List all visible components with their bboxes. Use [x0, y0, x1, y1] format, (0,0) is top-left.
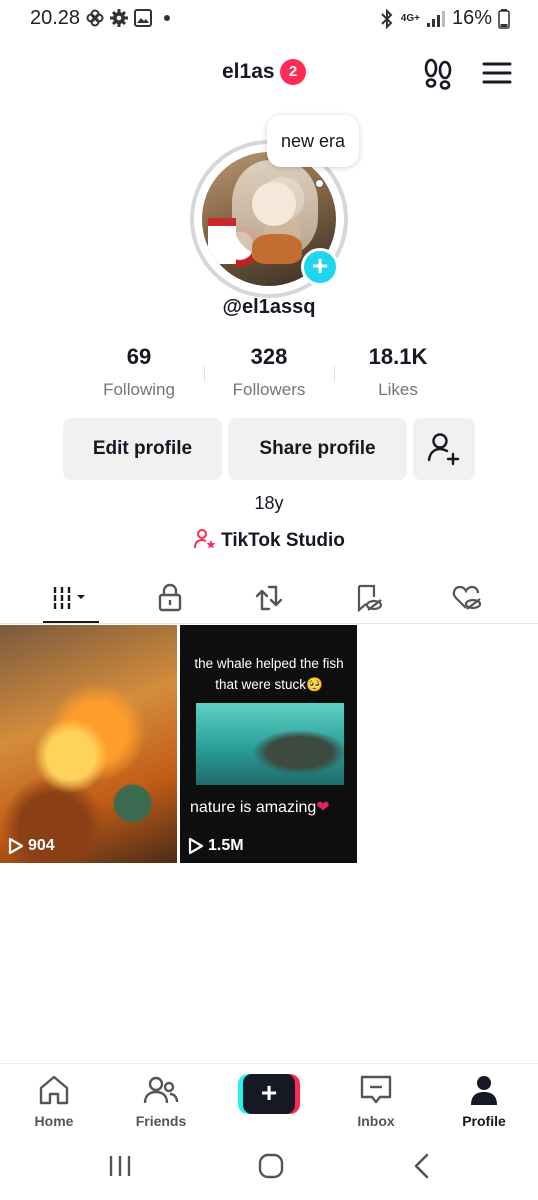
play-icon	[188, 837, 204, 855]
create-button[interactable]: +	[238, 1074, 300, 1114]
lock-icon	[158, 583, 182, 612]
plus-icon: +	[311, 250, 329, 281]
note-bubble-tail	[316, 180, 323, 187]
tab-favorites[interactable]	[334, 572, 404, 624]
status-icons-right: 4G+ 16%	[379, 7, 510, 30]
status-icons-left	[86, 9, 170, 27]
menu-button[interactable]	[480, 56, 514, 90]
nav-inbox-label: Inbox	[357, 1113, 395, 1129]
profile-icon	[471, 1076, 497, 1105]
recent-apps-icon[interactable]	[107, 1154, 133, 1178]
stat-likes[interactable]: 18.1K Likes	[333, 344, 463, 400]
settings-gear-icon	[110, 9, 128, 27]
bluetooth-icon	[381, 8, 393, 29]
nav-friends-label: Friends	[135, 1113, 187, 1129]
video-caption-top: the whale helped the fish that were stuc…	[194, 656, 344, 692]
heart-emoji-icon: ❤	[316, 799, 330, 816]
video-caption-bottom-text: nature is amazing	[190, 799, 317, 816]
gallery-icon	[134, 9, 152, 27]
grid-icon	[53, 587, 85, 609]
profile-note-bubble[interactable]: new era	[267, 115, 359, 167]
video-thumbnail[interactable]: the whale helped the fish that were stuc…	[180, 625, 357, 863]
status-bar: 20.28 4G+ 16%	[0, 0, 538, 36]
notification-dot-icon	[164, 15, 170, 21]
stat-following-value: 69	[126, 344, 152, 369]
content-tabs	[0, 572, 538, 624]
view-count: 904	[8, 837, 55, 855]
plus-icon: +	[243, 1074, 295, 1114]
stat-likes-label: Likes	[378, 380, 418, 399]
nav-profile-label: Profile	[462, 1113, 506, 1129]
play-icon	[8, 837, 24, 855]
tab-reposts[interactable]	[234, 572, 304, 624]
back-icon[interactable]	[412, 1153, 432, 1179]
friends-icon	[143, 1076, 179, 1104]
profile-stats: 69 Following 328 Followers 18.1K Likes	[0, 344, 538, 404]
network-type: 4G+	[400, 13, 420, 24]
video-preview-image	[196, 703, 344, 785]
nav-inbox[interactable]: Inbox	[331, 1074, 421, 1129]
heart-hidden-icon	[452, 585, 482, 610]
stat-following-label: Following	[103, 380, 175, 399]
edit-profile-button[interactable]: Edit profile	[63, 418, 222, 480]
share-profile-button[interactable]: Share profile	[228, 418, 407, 480]
footprints-icon	[424, 58, 452, 90]
profile-actions: Edit profile Share profile	[0, 418, 538, 480]
battery-percent: 16%	[451, 7, 492, 29]
pinwheel-icon	[86, 9, 104, 27]
system-navigation	[0, 1140, 538, 1200]
tab-liked[interactable]	[432, 572, 502, 624]
add-friends-button[interactable]	[413, 418, 475, 480]
tab-videos[interactable]	[36, 572, 106, 624]
studio-person-star-icon	[194, 529, 216, 549]
view-count-value: 1.5M	[208, 837, 244, 854]
tab-private[interactable]	[135, 572, 205, 624]
video-grid: 904 the whale helped the fish that were …	[0, 625, 538, 863]
profile-handle: @el1assq	[222, 296, 316, 318]
profile-bio: 18y	[254, 493, 284, 513]
footprints-button[interactable]	[420, 56, 456, 90]
add-person-icon	[427, 433, 460, 466]
profile-header: el1as 2	[0, 50, 538, 94]
repost-icon	[255, 585, 283, 611]
stat-followers-value: 328	[250, 344, 288, 369]
bookmark-hidden-icon	[357, 584, 383, 613]
nav-home-label: Home	[34, 1113, 74, 1129]
account-notification-badge: 2	[280, 59, 306, 85]
battery-icon	[498, 8, 510, 29]
home-system-icon[interactable]	[258, 1153, 284, 1179]
inbox-icon	[360, 1075, 392, 1104]
video-caption-bottom: nature is amazing❤	[190, 797, 330, 817]
add-story-button[interactable]: +	[301, 248, 339, 286]
nav-friends[interactable]: Friends	[116, 1074, 206, 1129]
view-count-value: 904	[28, 837, 55, 854]
bottom-navigation: Home Friends + Inbox Profile	[0, 1063, 538, 1133]
tiktok-studio-link[interactable]: TikTok Studio	[0, 528, 538, 552]
video-thumbnail[interactable]: 904	[0, 625, 177, 863]
stat-likes-value: 18.1K	[368, 344, 428, 369]
stat-following[interactable]: 69 Following	[74, 344, 204, 400]
view-count: 1.5M	[188, 837, 244, 855]
stat-followers[interactable]: 328 Followers	[204, 344, 334, 400]
nav-profile[interactable]: Profile	[439, 1074, 529, 1129]
home-icon	[39, 1075, 69, 1105]
nav-home[interactable]: Home	[9, 1074, 99, 1129]
signal-icon	[426, 10, 445, 27]
status-time: 20.28	[30, 7, 81, 29]
active-tab-indicator	[43, 621, 99, 623]
header-username[interactable]: el1as	[222, 60, 275, 84]
stat-followers-label: Followers	[232, 380, 306, 399]
hamburger-menu-icon	[482, 62, 512, 84]
studio-link-label: TikTok Studio	[221, 530, 345, 551]
